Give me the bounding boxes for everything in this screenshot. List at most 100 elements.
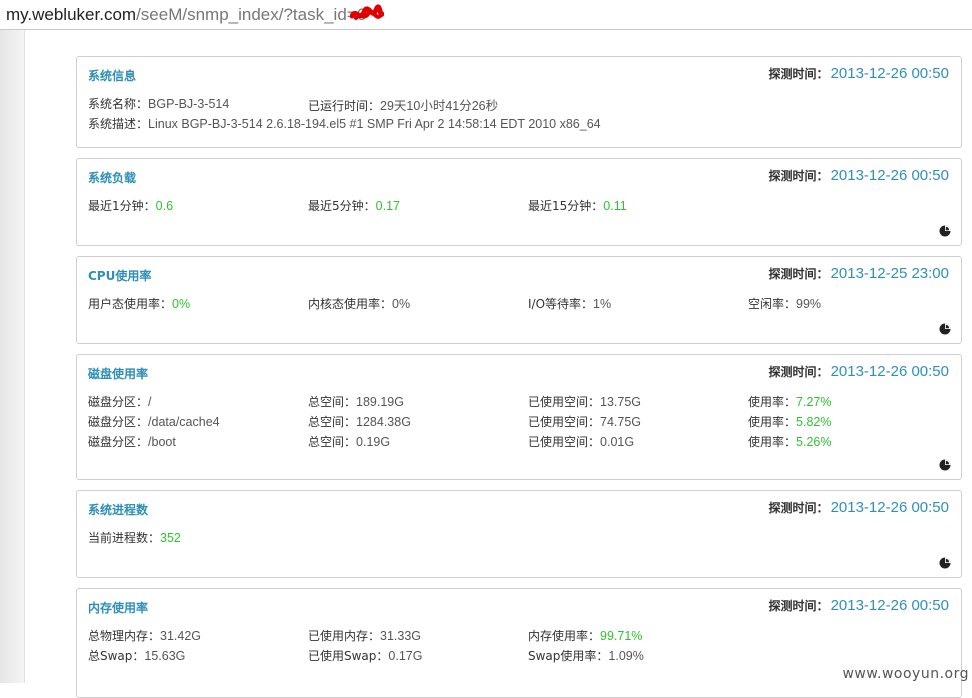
cpu-idle: 空闲率：99% (748, 295, 821, 312)
probe-time: 探测时间： 2013-12-25 23:00 (769, 265, 949, 282)
cpu-kernel: 内核态使用率：0% (308, 295, 410, 312)
disk-total-label: 总空间： (308, 435, 357, 449)
probe-time-value: 2013-12-25 23:00 (830, 265, 949, 282)
probe-time-label: 探测时间： (768, 169, 829, 183)
pie-chart-icon[interactable] (939, 225, 951, 237)
system-name: 系统名称：BGP-BJ-3-514 (88, 95, 229, 112)
probe-time-label: 探测时间： (768, 67, 829, 81)
panel-system-info: 系统信息 探测时间： 2013-12-26 00:50 系统名称：BGP-BJ-3… (76, 56, 962, 148)
probe-time-label: 探测时间： (768, 267, 829, 281)
panel-process-count: 系统进程数 探测时间： 2013-12-26 00:50 当前进程数：352 (76, 490, 962, 578)
uptime-label: 已运行时间： (308, 99, 381, 113)
probe-time: 探测时间： 2013-12-26 00:50 (769, 65, 949, 82)
disk-partition-value: / (148, 395, 152, 409)
cpu-idle-value: 99% (796, 297, 822, 311)
panel-title: CPU使用率 (88, 269, 152, 283)
disk-used-label: 已使用空间： (528, 415, 601, 429)
uptime: 已运行时间：29天10小时41分26秒 (308, 95, 498, 114)
mem-used: 已使用内存：31.33G (308, 627, 421, 644)
swap-total-value: 15.63G (144, 649, 186, 663)
system-desc-value: Linux BGP-BJ-3-514 2.6.18-194.el5 #1 SMP… (148, 117, 601, 131)
system-name-row: 系统名称：BGP-BJ-3-514 已运行时间：29天10小时41分26秒 (88, 95, 948, 113)
watermark: www.wooyun.org (842, 666, 969, 682)
address-bar[interactable]: my.webluker.com/seeM/snmp_index/?task_id… (0, 0, 972, 30)
panel-title: 系统负载 (88, 171, 137, 185)
system-desc-label: 系统描述： (88, 117, 149, 131)
disk-partition-value: /boot (148, 435, 176, 449)
load-15min-label: 最近15分钟： (528, 199, 604, 213)
panel-title: 系统信息 (88, 69, 137, 83)
disk-used: 已使用空间：74.75G (528, 413, 641, 430)
disk-rate: 使用率：7.27% (748, 393, 831, 410)
probe-time-label: 探测时间： (768, 501, 829, 515)
load-15min-value: 0.11 (603, 199, 627, 213)
mem-rate: 内存使用率：99.71% (528, 627, 642, 644)
disk-rate-value: 5.26% (796, 435, 832, 449)
system-desc: 系统描述：Linux BGP-BJ-3-514 2.6.18-194.el5 #… (88, 115, 601, 132)
disk-total-value: 189.19G (356, 395, 404, 409)
probe-time-label: 探测时间： (768, 365, 829, 379)
system-name-value: BGP-BJ-3-514 (148, 97, 230, 111)
probe-time-value: 2013-12-26 00:50 (830, 167, 949, 184)
load-5min-label: 最近5分钟： (308, 199, 376, 213)
swap-total: 总Swap：15.63G (88, 647, 185, 664)
disk-used-label: 已使用空间： (528, 395, 601, 409)
probe-time: 探测时间： 2013-12-26 00:50 (769, 499, 949, 516)
process-row: 当前进程数：352 (88, 529, 948, 547)
cpu-user-label: 用户态使用率： (88, 297, 173, 311)
disk-partition-label: 磁盘分区： (88, 435, 149, 449)
disk-partition: 磁盘分区：/boot (88, 433, 176, 450)
pie-chart-icon[interactable] (939, 323, 951, 335)
load-15min: 最近15分钟：0.11 (528, 197, 627, 214)
disk-used-label: 已使用空间： (528, 435, 601, 449)
pie-chart-icon[interactable] (939, 557, 951, 569)
disk-total: 总空间：0.19G (308, 433, 390, 450)
load-5min-value: 0.17 (375, 199, 400, 213)
swap-total-label: 总Swap： (88, 649, 145, 663)
probe-time-value: 2013-12-26 00:50 (830, 499, 949, 516)
redaction-scribble-icon (350, 4, 384, 20)
disk-used: 已使用空间：0.01G (528, 433, 634, 450)
disk-rate-value: 5.82% (796, 415, 832, 429)
disk-total-label: 总空间： (308, 395, 357, 409)
disk-partition: 磁盘分区：/ (88, 393, 152, 410)
url-text[interactable]: my.webluker.com/seeM/snmp_index/?task_id… (6, 5, 366, 25)
cpu-iowait-value: 1% (593, 297, 612, 311)
disk-rate-label: 使用率： (748, 395, 797, 409)
disk-rate-label: 使用率： (748, 435, 797, 449)
panel-memory-usage: 内存使用率 探测时间： 2013-12-26 00:50 总物理内存：31.42G… (76, 588, 962, 698)
probe-time-value: 2013-12-26 00:50 (830, 363, 949, 380)
disk-used: 已使用空间：13.75G (528, 393, 641, 410)
probe-time: 探测时间： 2013-12-26 00:50 (769, 597, 949, 614)
swap-used: 已使用Swap：0.17G (308, 647, 422, 664)
probe-time: 探测时间： 2013-12-26 00:50 (769, 363, 949, 380)
disk-used-value: 74.75G (600, 415, 642, 429)
disk-partition-label: 磁盘分区： (88, 415, 149, 429)
mem-total-value: 31.42G (160, 629, 202, 643)
probe-time-label: 探测时间： (768, 599, 829, 613)
swap-rate-value: 1.09% (608, 649, 644, 663)
panel-title: 内存使用率 (88, 601, 149, 615)
cpu-user: 用户态使用率：0% (88, 295, 190, 312)
disk-partition-label: 磁盘分区： (88, 395, 149, 409)
system-desc-row: 系统描述：Linux BGP-BJ-3-514 2.6.18-194.el5 #… (88, 115, 948, 133)
disk-used-value: 13.75G (600, 395, 642, 409)
process-count-value: 352 (160, 531, 181, 545)
left-gutter (0, 30, 25, 683)
disk-total-value: 1284.38G (356, 415, 411, 429)
disk-row: 磁盘分区：/data/cache4 总空间：1284.38G 已使用空间：74.… (88, 413, 948, 431)
load-1min-value: 0.6 (155, 199, 174, 213)
disk-rate-value: 7.27% (796, 395, 832, 409)
process-count-label: 当前进程数： (88, 531, 161, 545)
cpu-idle-label: 空闲率： (748, 297, 797, 311)
panel-disk-usage: 磁盘使用率 探测时间： 2013-12-26 00:50 磁盘分区：/ 总空间：1… (76, 354, 962, 480)
cpu-iowait-label: I/O等待率： (528, 297, 594, 311)
probe-time-value: 2013-12-26 00:50 (830, 65, 949, 82)
pie-chart-icon[interactable] (939, 459, 951, 471)
panel-title: 磁盘使用率 (88, 367, 149, 381)
swap-rate-label: Swap使用率： (528, 649, 609, 663)
disk-row: 磁盘分区：/boot 总空间：0.19G 已使用空间：0.01G 使用率：5.2… (88, 433, 948, 451)
mem-total: 总物理内存：31.42G (88, 627, 201, 644)
panel-title: 系统进程数 (88, 503, 149, 517)
cpu-iowait: I/O等待率：1% (528, 295, 611, 312)
